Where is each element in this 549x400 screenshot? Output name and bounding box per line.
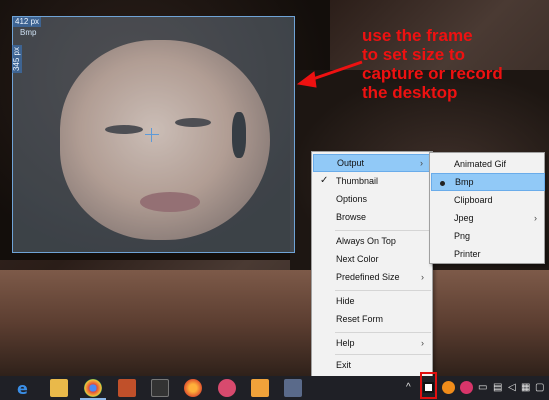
orange-app-icon[interactable]	[442, 381, 455, 394]
volume-icon[interactable]: ◁	[508, 382, 516, 394]
menu-item-exit[interactable]: Exit	[313, 356, 432, 374]
annotation-line: the desktop	[362, 83, 458, 102]
video-icon[interactable]	[251, 379, 269, 397]
output-submenu: Animated Gif Bmp Clipboard Jpeg › Png Pr…	[429, 152, 545, 264]
menu-separator	[335, 332, 431, 333]
menu-item-label: Next Color	[336, 254, 379, 264]
menu-item-label: Options	[336, 194, 368, 204]
file-explorer-icon[interactable]	[50, 379, 68, 397]
capture-app-icon[interactable]	[423, 382, 434, 393]
submenu-arrow-icon: ›	[534, 213, 537, 223]
menu-item-browse[interactable]: Browse	[313, 208, 432, 226]
menu-item-label: Clipboard	[454, 195, 493, 205]
frame-format-label: Bmp	[20, 28, 37, 37]
notification-icon[interactable]: ▢	[535, 382, 544, 394]
menu-item-label: Jpeg	[454, 213, 474, 223]
menu-item-label: Output	[337, 158, 365, 168]
pink-app-icon[interactable]	[460, 381, 473, 394]
menu-item-hide[interactable]: Hide	[313, 292, 432, 310]
submenu-arrow-icon: ›	[420, 158, 423, 168]
menu-item-reset-form[interactable]: Reset Form	[313, 310, 432, 328]
radio-dot-icon	[440, 181, 445, 186]
frame-height-label: 345 px	[12, 45, 22, 74]
submenu-arrow-icon: ›	[421, 338, 424, 348]
edge-icon[interactable]: e	[14, 379, 32, 398]
menu-item-next-color[interactable]: Next Color	[313, 250, 432, 268]
network-tool-icon[interactable]	[284, 379, 302, 397]
menu-item-label: Always On Top	[336, 236, 396, 246]
annotation-line: to set size to	[362, 45, 465, 64]
menu-item-label: Animated Gif	[454, 159, 507, 169]
menu-item-options[interactable]: Options	[313, 190, 432, 208]
menu-separator	[335, 230, 431, 231]
menu-item-label: Hide	[336, 296, 355, 306]
context-menu: Output › ✓ Thumbnail Options Browse Alwa…	[311, 151, 433, 377]
capture-frame[interactable]: 412 px Bmp 345 px	[12, 16, 295, 253]
menu-item-label: Exit	[336, 360, 352, 370]
chrome-icon[interactable]	[80, 379, 106, 400]
menu-item-label: Printer	[454, 249, 481, 259]
firefox-icon[interactable]	[184, 379, 202, 397]
submenu-arrow-icon: ›	[421, 272, 424, 282]
menu-item-label: Predefined Size	[336, 272, 400, 282]
media-player-icon[interactable]	[151, 379, 169, 397]
annotation-line: capture or record	[362, 64, 503, 83]
submenu-item-animated-gif[interactable]: Animated Gif	[431, 155, 545, 173]
game-icon[interactable]	[118, 379, 136, 397]
keyboard-icon[interactable]: ▦	[521, 382, 530, 394]
menu-item-label: Reset Form	[336, 314, 384, 324]
menu-item-output[interactable]: Output ›	[313, 154, 432, 172]
submenu-item-jpeg[interactable]: Jpeg ›	[431, 209, 545, 227]
submenu-item-bmp[interactable]: Bmp	[431, 173, 545, 191]
taskbar: e ^ ▭ ▤ ◁ ▦ ▢	[0, 376, 549, 400]
frame-width-label: 412 px	[13, 17, 42, 27]
annotation-text: use the frame to set size to capture or …	[362, 26, 547, 102]
menu-item-label: Png	[454, 231, 471, 241]
submenu-item-printer[interactable]: Printer	[431, 245, 545, 263]
menu-separator	[335, 354, 431, 355]
wallpaper-shoulder	[0, 270, 549, 376]
network-icon[interactable]: ▤	[493, 382, 502, 394]
menu-item-label: Bmp	[455, 177, 474, 187]
menu-separator	[335, 290, 431, 291]
svg-text:e: e	[17, 379, 28, 397]
menu-item-label: Thumbnail	[336, 176, 379, 186]
battery-icon[interactable]: ▭	[478, 382, 487, 394]
submenu-item-clipboard[interactable]: Clipboard	[431, 191, 545, 209]
chat-icon[interactable]	[218, 379, 236, 397]
annotation-line: use the frame	[362, 26, 473, 45]
crosshair-icon	[145, 128, 159, 142]
menu-item-label: Help	[336, 338, 355, 348]
checkmark-icon: ✓	[320, 175, 329, 186]
menu-item-help[interactable]: Help ›	[313, 334, 432, 352]
menu-item-always-on-top[interactable]: Always On Top	[313, 232, 432, 250]
submenu-item-png[interactable]: Png	[431, 227, 545, 245]
menu-item-thumbnail[interactable]: ✓ Thumbnail	[313, 172, 432, 190]
menu-item-predefined-size[interactable]: Predefined Size ›	[313, 268, 432, 286]
chevron-up-icon[interactable]: ^	[406, 382, 411, 394]
menu-item-label: Browse	[336, 212, 367, 222]
